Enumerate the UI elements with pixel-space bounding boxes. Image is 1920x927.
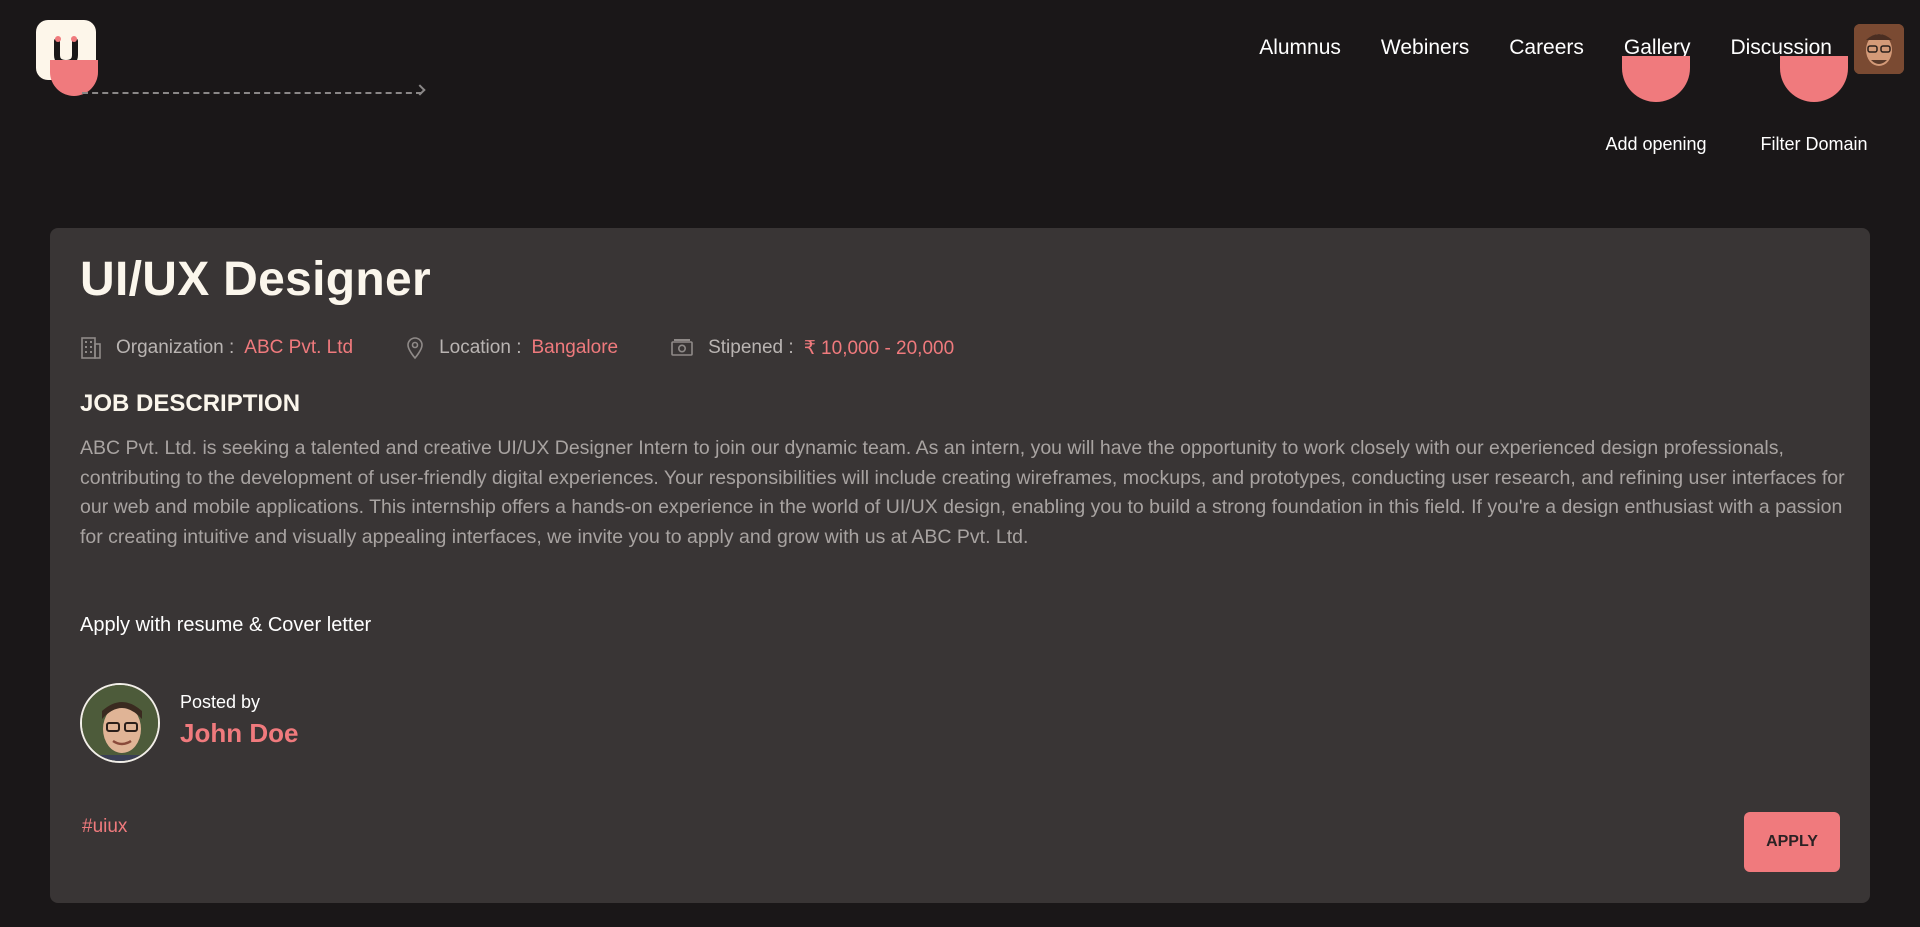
job-description: ABC Pvt. Ltd. is seeking a talented and … bbox=[80, 437, 1845, 548]
organization-meta: Organization : ABC Pvt. Ltd bbox=[80, 336, 353, 360]
filter-domain-label: Filter Domain bbox=[1760, 134, 1868, 154]
location-meta: Location : Bangalore bbox=[405, 336, 618, 360]
posted-by-label: Posted by bbox=[180, 692, 261, 712]
add-opening-button[interactable]: Add opening bbox=[1586, 56, 1726, 155]
careers-page: Alumnus Webiners Careers Gallery Discuss… bbox=[0, 0, 1920, 927]
organization-label: Organization : bbox=[116, 337, 235, 358]
nav-alumnus[interactable]: Alumnus bbox=[1259, 36, 1341, 60]
decorative-dashed-line bbox=[82, 92, 422, 94]
job-card: UI/UX Designer Organization : ABC Pvt. L… bbox=[50, 228, 1870, 903]
apply-button[interactable]: APPLY bbox=[1744, 812, 1840, 872]
job-title: UI/UX Designer bbox=[80, 253, 431, 306]
job-description-heading: JOB DESCRIPTION bbox=[80, 390, 301, 417]
location-value: Bangalore bbox=[531, 337, 619, 358]
stipend-label: Stipened : bbox=[708, 337, 794, 358]
nav-webiners[interactable]: Webiners bbox=[1381, 36, 1469, 60]
stipend-value: ₹ 10,000 - 20,000 bbox=[803, 337, 955, 359]
location-pin-icon bbox=[407, 337, 423, 360]
stipend-meta: Stipened : ₹ 10,000 - 20,000 bbox=[670, 337, 954, 360]
location-label: Location : bbox=[439, 337, 522, 358]
nav-careers[interactable]: Careers bbox=[1509, 36, 1584, 60]
add-opening-icon bbox=[1622, 56, 1690, 102]
job-meta: Organization : ABC Pvt. Ltd Location : B… bbox=[80, 336, 1006, 360]
organization-value: ABC Pvt. Ltd bbox=[244, 337, 354, 358]
decorative-circle bbox=[50, 60, 98, 96]
filter-domain-icon bbox=[1780, 56, 1848, 102]
poster-face-icon bbox=[82, 685, 158, 761]
filter-domain-button[interactable]: Filter Domain bbox=[1744, 56, 1884, 155]
add-opening-label: Add opening bbox=[1605, 134, 1707, 154]
cash-icon bbox=[671, 339, 693, 356]
poster-name[interactable]: John Doe bbox=[180, 718, 298, 749]
poster-avatar[interactable] bbox=[80, 683, 160, 763]
building-icon bbox=[81, 337, 101, 359]
apply-instructions: Apply with resume & Cover letter bbox=[80, 614, 372, 636]
job-tag[interactable]: #uiux bbox=[82, 816, 127, 838]
